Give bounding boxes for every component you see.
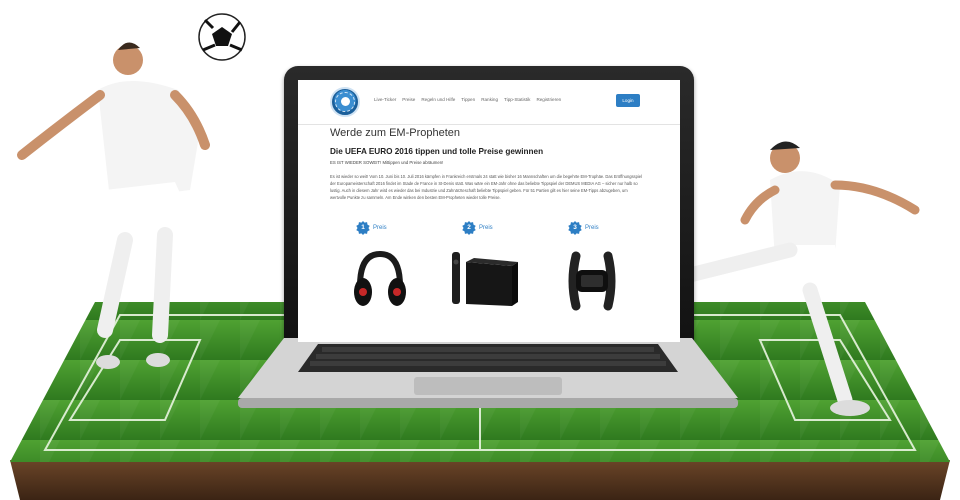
nav-ranking[interactable]: Ranking [481,97,498,102]
headline: Die UEFA EURO 2016 tippen und tolle Prei… [330,147,544,156]
soccer-ball-icon [198,13,246,61]
fitness-tracker-image [568,251,616,311]
site-logo-icon[interactable] [330,87,360,117]
prize-badge-icon: 2 [462,221,476,235]
prize-3[interactable]: 3 Preis [568,221,599,235]
prize-label: Preis [373,225,387,231]
nav-preise[interactable]: Preise [402,97,415,102]
nav-tippen[interactable]: Tippen [461,97,475,102]
prize-badge-icon: 3 [568,221,582,235]
prize-badge-icon: 1 [356,221,370,235]
prize-1[interactable]: 1 Preis [356,221,387,235]
nav-regeln-und-hilfe[interactable]: Regeln und Hilfe [421,97,455,102]
prize-label: Preis [479,225,493,231]
laptop-base [238,338,738,408]
nav-tipp-statistik[interactable]: Tipp-Statistik [504,97,530,102]
site-header: Live-Ticker Preise Regeln und Hilfe Tipp… [298,80,680,125]
headphones-image [354,250,406,306]
tagline: ES IST WIEDER SOWEIT! Mitt­ippen und Pre… [330,160,444,165]
tv-box-image [452,252,518,306]
page-title: Werde zum EM-Propheten [330,127,461,139]
main-navigation: Live-Ticker Preise Regeln und Hilfe Tipp… [374,97,561,102]
soil-layer [10,460,950,500]
login-button[interactable]: Login [616,94,640,107]
nav-registrieren[interactable]: Registrieren [536,97,561,102]
prize-2[interactable]: 2 Preis [462,221,493,235]
intro-paragraph: Es ist wieder so weit! Vom 10. Juni bis … [330,174,642,200]
nav-live-ticker[interactable]: Live-Ticker [374,97,396,102]
website-screen: Live-Ticker Preise Regeln und Hilfe Tipp… [298,80,680,342]
prize-label: Preis [585,225,599,231]
